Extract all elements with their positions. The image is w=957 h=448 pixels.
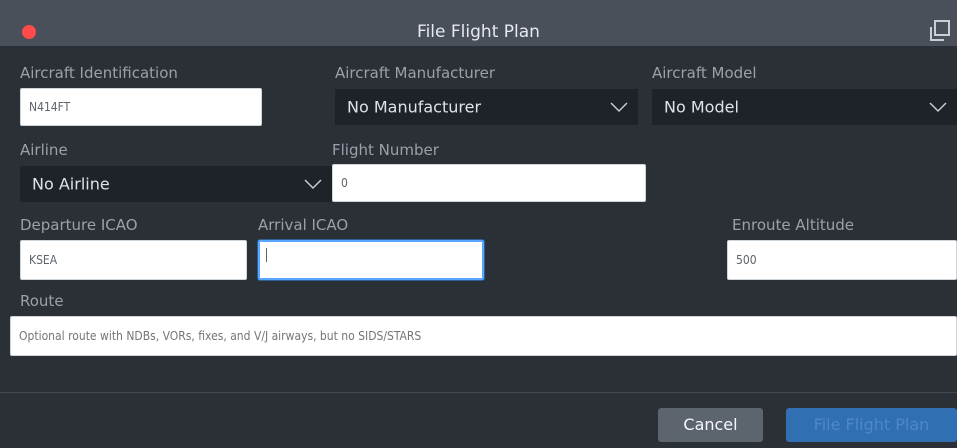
aircraft-identification-label: Aircraft Identification bbox=[20, 64, 178, 82]
departure-icao-label: Departure ICAO bbox=[20, 216, 138, 234]
arrival-icao-input[interactable] bbox=[258, 240, 484, 280]
enroute-altitude-input[interactable] bbox=[727, 240, 957, 280]
aircraft-manufacturer-value: No Manufacturer bbox=[347, 97, 482, 117]
flight-number-label: Flight Number bbox=[332, 141, 439, 159]
text-caret bbox=[266, 248, 267, 262]
divider bbox=[0, 392, 957, 393]
airline-value: No Airline bbox=[32, 174, 110, 194]
title-bar: File Flight Plan bbox=[0, 0, 957, 46]
aircraft-manufacturer-label: Aircraft Manufacturer bbox=[335, 64, 496, 82]
departure-icao-input[interactable] bbox=[20, 240, 247, 280]
aircraft-model-select[interactable]: No Model bbox=[652, 89, 957, 125]
arrival-icao-label: Arrival ICAO bbox=[258, 216, 349, 234]
airline-label: Airline bbox=[20, 141, 68, 159]
flight-number-input[interactable] bbox=[332, 164, 646, 202]
route-label: Route bbox=[20, 292, 64, 310]
chevron-down-icon bbox=[304, 179, 322, 190]
window-title: File Flight Plan bbox=[417, 22, 540, 42]
chevron-down-icon bbox=[610, 102, 628, 113]
cancel-button[interactable]: Cancel bbox=[658, 408, 763, 442]
popout-window-icon[interactable] bbox=[929, 20, 951, 42]
aircraft-model-value: No Model bbox=[664, 97, 739, 117]
dialog-content: Aircraft Identification Aircraft Manufac… bbox=[0, 46, 957, 448]
chevron-down-icon bbox=[929, 102, 947, 113]
airline-select[interactable]: No Airline bbox=[20, 166, 332, 202]
enroute-altitude-label: Enroute Altitude bbox=[732, 216, 854, 234]
file-flight-plan-button[interactable]: File Flight Plan bbox=[786, 408, 957, 442]
route-input[interactable] bbox=[10, 316, 957, 356]
aircraft-model-label: Aircraft Model bbox=[652, 64, 757, 82]
aircraft-identification-input[interactable] bbox=[20, 88, 262, 126]
aircraft-manufacturer-select[interactable]: No Manufacturer bbox=[335, 89, 638, 125]
